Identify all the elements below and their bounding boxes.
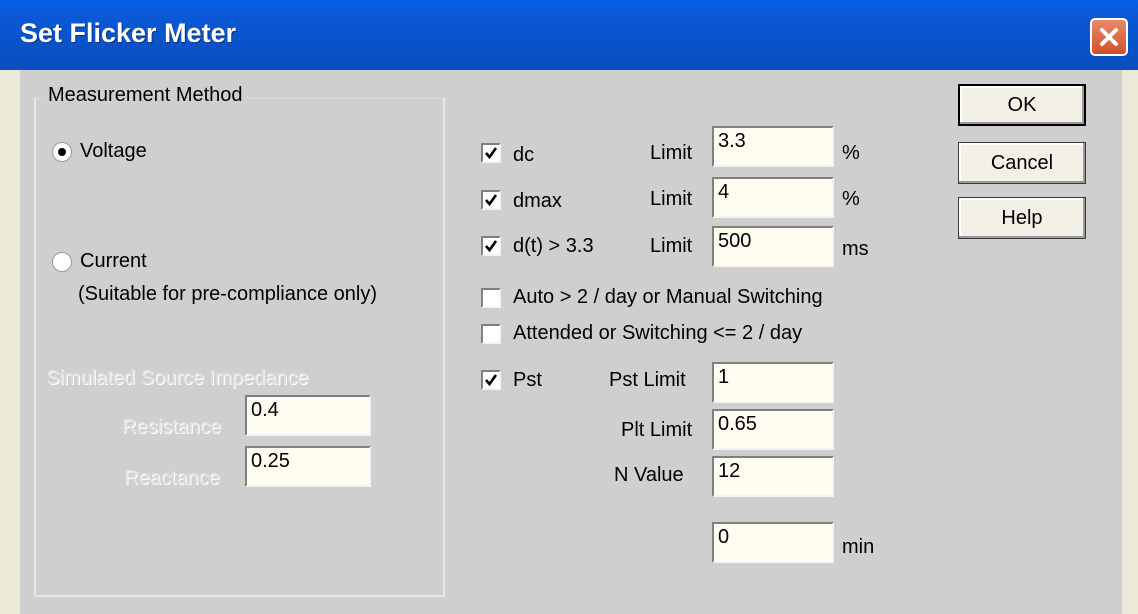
close-icon bbox=[1100, 28, 1118, 46]
checkmark-icon bbox=[485, 194, 498, 207]
dmax-limit-label: Limit bbox=[650, 188, 693, 210]
dt-limit-field[interactable]: 500 bbox=[712, 226, 834, 267]
resistance-label: Resistance bbox=[122, 416, 221, 438]
checkmark-icon bbox=[485, 240, 498, 253]
dt-limit-label: Limit bbox=[650, 235, 693, 257]
attended-switching-label[interactable]: Attended or Switching <= 2 / day bbox=[513, 322, 802, 345]
reactance-field[interactable]: 0.25 bbox=[245, 446, 371, 487]
pst-limit-label: Pst Limit bbox=[609, 369, 686, 391]
source-impedance-title: Simulated Source Impedance bbox=[46, 367, 309, 389]
dmax-unit: % bbox=[842, 188, 860, 210]
title-bar[interactable]: Set Flicker Meter bbox=[0, 0, 1138, 70]
attended-switching-checkbox[interactable] bbox=[481, 324, 501, 344]
dc-limit-field[interactable]: 3.3 bbox=[712, 126, 834, 167]
current-label[interactable]: Current bbox=[80, 250, 147, 273]
measurement-method-group bbox=[34, 97, 445, 597]
measurement-method-legend: Measurement Method bbox=[44, 84, 247, 107]
ok-button[interactable]: OK bbox=[958, 84, 1086, 126]
plt-limit-field[interactable]: 0.65 bbox=[712, 409, 834, 450]
dmax-checkbox[interactable] bbox=[481, 190, 501, 210]
pst-checkbox[interactable] bbox=[481, 370, 501, 390]
resistance-field[interactable]: 0.4 bbox=[245, 395, 371, 436]
n-value-label: N Value bbox=[614, 464, 684, 486]
dc-unit: % bbox=[842, 142, 860, 164]
cancel-button[interactable]: Cancel bbox=[958, 142, 1086, 184]
close-button[interactable] bbox=[1090, 18, 1128, 56]
plt-limit-label: Plt Limit bbox=[621, 419, 693, 441]
n-value-field[interactable]: 12 bbox=[712, 456, 834, 497]
radio-selected-dot bbox=[58, 148, 66, 156]
reactance-label: Reactance bbox=[124, 467, 220, 489]
checkmark-icon bbox=[485, 374, 498, 387]
checkmark-icon bbox=[485, 147, 498, 160]
voltage-label[interactable]: Voltage bbox=[80, 140, 147, 163]
pst-label[interactable]: Pst bbox=[513, 369, 542, 392]
current-radio[interactable] bbox=[52, 252, 72, 272]
time-unit: min bbox=[842, 536, 875, 558]
dmax-label[interactable]: dmax bbox=[513, 190, 562, 213]
dt-label[interactable]: d(t) > 3.3 bbox=[513, 235, 594, 258]
auto-switching-checkbox[interactable] bbox=[481, 288, 501, 308]
dt-checkbox[interactable] bbox=[481, 236, 501, 256]
set-flicker-meter-dialog: Set Flicker Meter Measurement Method Vol… bbox=[0, 0, 1138, 614]
current-note: (Suitable for pre-compliance only) bbox=[78, 283, 378, 305]
dc-checkbox[interactable] bbox=[481, 143, 501, 163]
time-field[interactable]: 0 bbox=[712, 522, 834, 563]
pst-limit-field[interactable]: 1 bbox=[712, 362, 834, 403]
help-button[interactable]: Help bbox=[958, 197, 1086, 239]
dc-label[interactable]: dc bbox=[513, 144, 534, 167]
dmax-limit-field[interactable]: 4 bbox=[712, 177, 834, 218]
dc-limit-label: Limit bbox=[650, 142, 693, 164]
dt-unit: ms bbox=[842, 238, 869, 260]
dialog-title: Set Flicker Meter bbox=[20, 18, 237, 48]
voltage-radio[interactable] bbox=[52, 142, 72, 162]
auto-switching-label[interactable]: Auto > 2 / day or Manual Switching bbox=[513, 286, 823, 309]
